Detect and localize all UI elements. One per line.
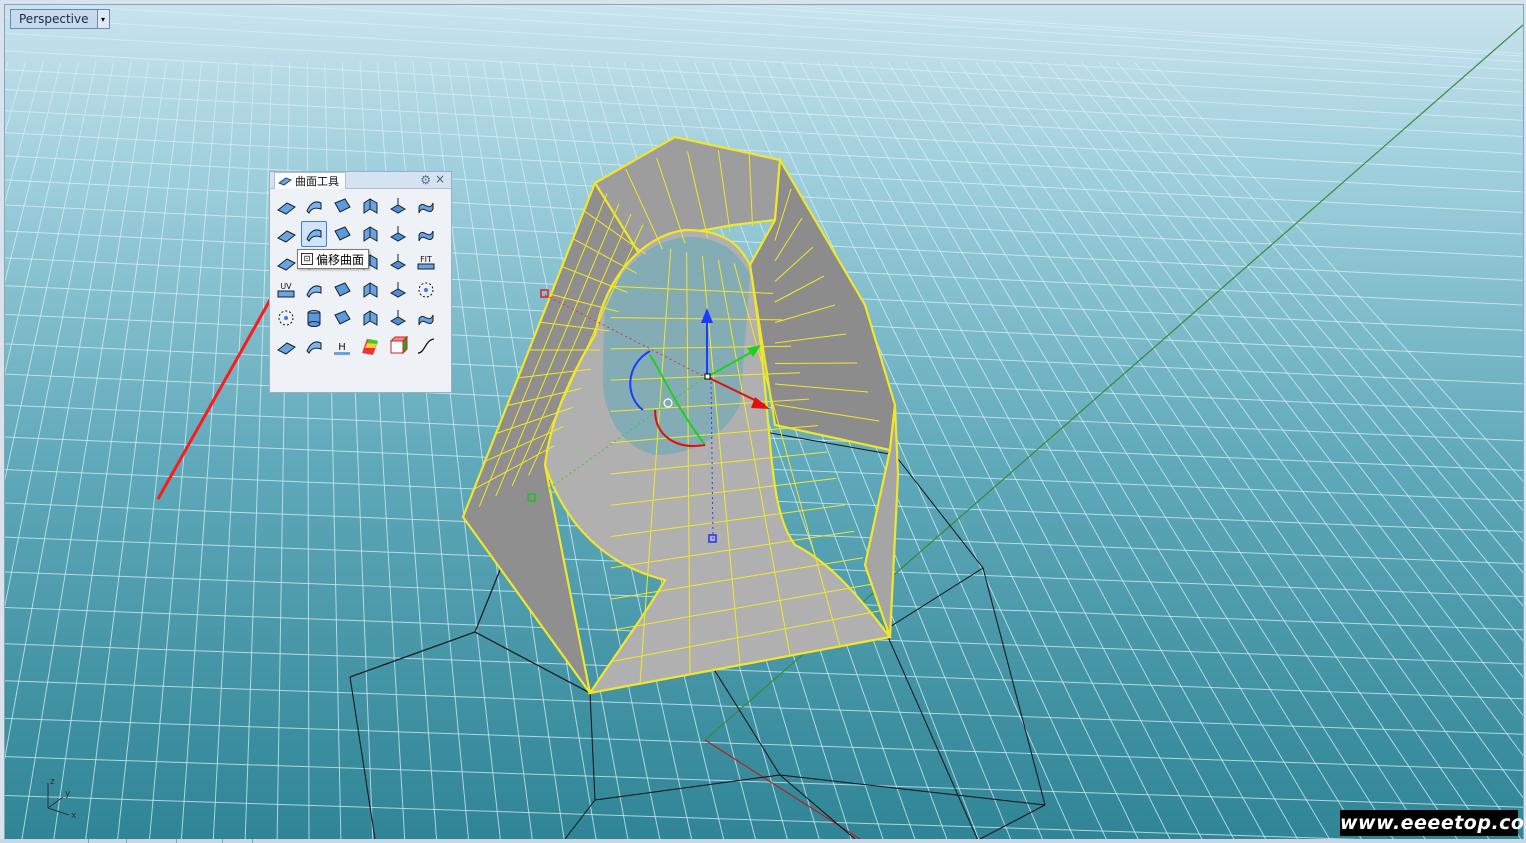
patch-icon-glyph — [334, 282, 351, 297]
uvcrv-icon[interactable]: UV — [273, 277, 299, 303]
viewport-menu-arrow-icon[interactable]: ▾ — [96, 10, 109, 28]
unroll-icon-glyph — [389, 282, 407, 298]
cylinder-icon[interactable] — [301, 305, 327, 331]
close-icon[interactable]: × — [435, 172, 445, 186]
viewport-title-tab[interactable]: Perspective ▾ — [10, 9, 110, 29]
split-icon[interactable] — [413, 305, 439, 331]
offset-surface-model — [461, 135, 900, 695]
axis-indicator-icon: z y x — [47, 777, 77, 820]
edge-curves-icon-glyph — [306, 201, 322, 214]
extend-surface-icon[interactable] — [385, 221, 411, 247]
offset-surface-icon-glyph — [306, 229, 322, 242]
surface-from-points-icon-glyph — [277, 202, 296, 215]
svg-text:FIT: FIT — [420, 255, 432, 264]
drape-icon[interactable] — [329, 305, 355, 331]
heightfield-icon[interactable] — [357, 305, 383, 331]
uvcrv-icon-glyph: UV — [277, 282, 295, 298]
untrim-icon[interactable] — [385, 249, 411, 275]
box-edit-icon-glyph — [389, 335, 409, 355]
network-icon[interactable] — [357, 277, 383, 303]
svg-text:H: H — [338, 342, 346, 353]
cylinder-icon-glyph — [307, 310, 321, 327]
offset-surface-icon[interactable] — [301, 221, 327, 247]
merge-surface-icon-glyph — [277, 258, 296, 271]
tooltip-text: 偏移曲面 — [316, 252, 365, 267]
heightfield-icon-glyph — [363, 310, 378, 326]
surface-from-points-icon[interactable] — [273, 193, 299, 219]
axis-y-label: y — [65, 789, 71, 799]
sphere-points-icon[interactable] — [273, 305, 299, 331]
viewport-title[interactable]: Perspective — [11, 10, 97, 28]
surface-tools-panel[interactable]: 曲面工具 ⚙ × FIT UV H — [269, 171, 452, 393]
sweep-icon[interactable] — [413, 193, 439, 219]
split-icon-glyph — [418, 314, 434, 326]
surface-tab-icon — [278, 177, 292, 186]
zebra-icon[interactable] — [357, 333, 383, 359]
loft-icon-glyph — [363, 198, 378, 214]
viewport-scene[interactable] — [5, 5, 1523, 839]
connect-surfaces-icon-glyph — [418, 230, 434, 242]
surface-analysis-icon[interactable] — [301, 333, 327, 359]
panel-tab[interactable]: 曲面工具 — [274, 172, 346, 189]
drape-icon-glyph — [334, 310, 351, 325]
blend-surface-icon-glyph — [334, 226, 351, 241]
sweep-icon-glyph — [418, 202, 434, 214]
extrude-icon-glyph — [389, 198, 407, 214]
chamfer-surface-icon-glyph — [363, 226, 378, 242]
axis-x-label: x — [71, 811, 77, 820]
zebra-icon-glyph — [362, 339, 378, 355]
points-icon-glyph — [418, 282, 434, 298]
bottom-status-strip — [0, 839, 1526, 843]
flow-icon-glyph — [389, 310, 407, 326]
edit-surface-icon[interactable] — [301, 277, 327, 303]
fit-icon-glyph: FIT — [417, 255, 435, 270]
split-wall-icon[interactable] — [273, 333, 299, 359]
fillet-surface-icon-glyph — [277, 230, 296, 243]
surface-analysis-icon-glyph — [306, 341, 322, 354]
world-x-axis — [704, 739, 861, 839]
curve-icon[interactable] — [413, 333, 439, 359]
tool-grid: FIT UV H — [272, 192, 440, 360]
merge-surface-icon[interactable] — [273, 249, 299, 275]
split-wall-icon-glyph — [277, 342, 296, 355]
edge-curves-icon[interactable] — [301, 193, 327, 219]
gear-icon[interactable]: ⚙ — [420, 173, 431, 187]
panel-title: 曲面工具 — [295, 175, 339, 188]
fit-icon[interactable]: FIT — [413, 249, 439, 275]
extend-surface-icon-glyph — [389, 226, 407, 242]
flow-icon[interactable] — [385, 305, 411, 331]
unroll-icon[interactable] — [385, 277, 411, 303]
loft-icon[interactable] — [357, 193, 383, 219]
box-edit-icon[interactable] — [385, 333, 411, 359]
watermark: www.eeeetop.com — [1340, 810, 1526, 836]
svg-text:UV: UV — [280, 282, 292, 291]
perspective-viewport[interactable]: Perspective ▾ z y x — [4, 4, 1524, 840]
chamfer-surface-icon[interactable] — [357, 221, 383, 247]
planar-curves-icon-glyph — [334, 198, 351, 213]
tooltip-icon: ⊡ — [301, 253, 313, 265]
text-surface-icon[interactable]: H — [329, 333, 355, 359]
curve-icon-glyph — [417, 338, 435, 354]
connect-surfaces-icon[interactable] — [413, 221, 439, 247]
network-icon-glyph — [363, 282, 378, 298]
panel-header[interactable]: 曲面工具 ⚙ × — [270, 172, 451, 189]
extrude-icon[interactable] — [385, 193, 411, 219]
tool-tooltip: ⊡ 偏移曲面 — [297, 249, 370, 269]
sphere-points-icon-glyph — [278, 310, 294, 326]
patch-icon[interactable] — [329, 277, 355, 303]
planar-curves-icon[interactable] — [329, 193, 355, 219]
x-scale-handle — [540, 289, 549, 298]
points-icon[interactable] — [413, 277, 439, 303]
fillet-surface-icon[interactable] — [273, 221, 299, 247]
blend-surface-icon[interactable] — [329, 221, 355, 247]
untrim-icon-glyph — [389, 254, 407, 270]
axis-z-label: z — [50, 777, 55, 787]
edit-surface-icon-glyph — [306, 285, 322, 298]
text-surface-icon-glyph: H — [334, 342, 350, 355]
